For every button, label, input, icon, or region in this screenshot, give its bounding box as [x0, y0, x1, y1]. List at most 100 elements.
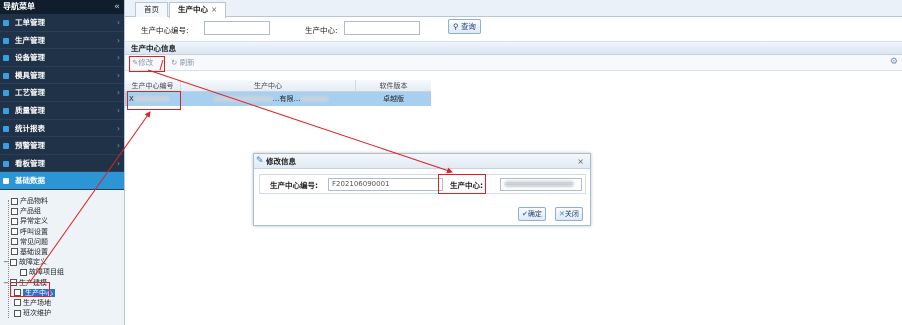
sidebar-item-dashboard[interactable]: 看板管理 ›: [0, 154, 124, 173]
confirm-label: 确定: [527, 210, 542, 218]
tree-label: 生产场地: [23, 298, 51, 307]
sidebar-item-label: 工单管理: [15, 18, 45, 27]
search-button[interactable]: ⚲ 查询: [448, 19, 481, 34]
sidebar-item-label: 设备管理: [15, 53, 45, 63]
column-header[interactable]: 软件版本: [356, 80, 431, 92]
tree-label: 常见问题: [20, 237, 48, 246]
tab-production-center[interactable]: 生产中心 ×: [169, 2, 227, 18]
code-label: 生产中心编号:: [141, 26, 189, 35]
edit-dialog: ✎ 修改信息 × 生产中心编号: F202106090001 生产中心: ✔确定…: [253, 153, 591, 226]
chevron-right-icon: ›: [117, 158, 120, 168]
close-icon[interactable]: ×: [577, 154, 584, 169]
list-icon: [3, 20, 9, 26]
refresh-icon: ↻: [171, 58, 178, 67]
tree-label: 故障定义: [19, 258, 47, 267]
name-field[interactable]: [500, 178, 582, 191]
double-chevron-left-icon[interactable]: «: [114, 0, 120, 14]
sidebar-item-label: 工艺管理: [15, 88, 45, 98]
sidebar-item-label: 看板管理: [15, 158, 45, 168]
tree-item-fault-group[interactable]: 故障项目组: [0, 267, 124, 277]
chevron-right-icon: ›: [117, 35, 120, 45]
tree-item-production-site[interactable]: 生产场地: [0, 298, 124, 308]
annotation-highlight-row: [127, 91, 181, 110]
cancel-button[interactable]: ✕关闭: [555, 207, 583, 221]
sidebar-item-basedata[interactable]: 基础数据: [0, 172, 124, 190]
collapse-icon[interactable]: −: [3, 278, 9, 288]
code-field[interactable]: F202106090001: [328, 178, 443, 191]
column-header[interactable]: 生产中心: [181, 80, 356, 92]
tree-item-call-settings[interactable]: 呼叫设置: [0, 227, 124, 237]
sidebar-item-label: 模具管理: [15, 70, 45, 80]
nav-header: 导航菜单 «: [0, 0, 124, 14]
sidebar-item-quality[interactable]: 质量管理 ›: [0, 101, 124, 120]
sidebar-item-reports[interactable]: 统计报表 ›: [0, 119, 124, 138]
tab-bar: 首页 生产中心 ×: [125, 0, 902, 18]
sidebar-item-label: 预警管理: [15, 141, 45, 151]
tree-label: 呼叫设置: [20, 227, 48, 236]
search-icon: ⚲: [453, 22, 459, 31]
name-search-input[interactable]: [344, 21, 420, 35]
chevron-right-icon: ›: [117, 123, 120, 133]
monitor-icon: [3, 160, 9, 167]
tree-label: 异常定义: [20, 217, 48, 226]
refresh-label: 刷新: [179, 58, 195, 67]
page-icon: [11, 197, 18, 205]
tree-label: 产品组: [20, 207, 41, 216]
name-label: 生产中心:: [305, 26, 338, 35]
page-icon: [11, 207, 18, 215]
tree-item-shift-maintenance[interactable]: 班次维护: [0, 308, 124, 318]
line-chart-icon: [3, 125, 9, 132]
code-search-input[interactable]: [204, 21, 270, 35]
tab-label: 生产中心: [178, 5, 208, 14]
nav-title: 导航菜单: [3, 2, 35, 11]
page-icon: [11, 217, 18, 225]
sidebar-item-label: 基础数据: [15, 176, 45, 186]
tab-label: 首页: [144, 5, 159, 14]
sidebar-item-label: 生产管理: [15, 35, 45, 45]
page-icon: [11, 248, 18, 256]
tree-item-fault-def[interactable]: − 故障定义: [0, 257, 124, 267]
annotation-highlight-field: [438, 174, 486, 194]
shield-icon: [3, 107, 9, 114]
search-bar: 生产中心编号: 生产中心: ⚲ 查询: [125, 17, 902, 42]
sidebar-item-workorder[interactable]: 工单管理 ›: [0, 14, 124, 32]
code-field-label: 生产中心编号:: [270, 181, 318, 190]
alarm-icon: [3, 143, 9, 150]
sidebar-item-alerts[interactable]: 预警管理 ›: [0, 137, 124, 155]
chevron-right-icon: ›: [117, 105, 120, 115]
tree-item-product-group[interactable]: 产品组: [0, 206, 124, 216]
cell-name: …有限…: [185, 92, 356, 106]
dialog-header: ✎ 修改信息 ×: [254, 154, 590, 169]
annotation-highlight-tree: [10, 282, 50, 297]
refresh-button[interactable]: ↻ 刷新: [171, 57, 195, 69]
sidebar-item-mold[interactable]: 模具管理 ›: [0, 66, 124, 85]
tree-item-base-settings[interactable]: 基础设置: [0, 247, 124, 257]
sidebar-item-equipment[interactable]: 设备管理 ›: [0, 49, 124, 67]
tree-label: 基础设置: [20, 247, 48, 256]
collapse-icon[interactable]: −: [3, 257, 9, 267]
tree-item-product-material[interactable]: 产品物料: [0, 196, 124, 206]
dialog-title: 修改信息: [266, 157, 296, 166]
sidebar-item-process[interactable]: 工艺管理 ›: [0, 84, 124, 102]
folder-icon: [10, 258, 17, 266]
tab-home[interactable]: 首页: [135, 2, 168, 17]
page-icon: [11, 238, 18, 246]
grid-toolbar: ✎修改 ↻ 刷新 ⚙: [125, 55, 902, 71]
panel-title: 生产中心信息: [125, 42, 902, 55]
close-icon[interactable]: ×: [211, 5, 217, 14]
confirm-button[interactable]: ✔确定: [518, 207, 546, 221]
sidebar: 导航菜单 « 工单管理 › 生产管理 › 设备管理 › 模具管理 › 工艺管理 › 质量管…: [0, 0, 124, 325]
chevron-right-icon: ›: [117, 18, 120, 27]
search-button-label: 查询: [460, 22, 476, 31]
bar-chart-icon: [3, 55, 9, 62]
tree-item-faq[interactable]: 常见问题: [0, 237, 124, 247]
grid-icon: [3, 72, 9, 79]
tree-item-exception-def[interactable]: 异常定义: [0, 216, 124, 226]
gear-icon[interactable]: ⚙: [890, 57, 898, 67]
sidebar-item-production[interactable]: 生产管理 ›: [0, 31, 124, 50]
chevron-right-icon: ›: [117, 70, 120, 80]
gear-icon: [3, 37, 9, 44]
page-icon: [20, 268, 27, 276]
redacted-block: [504, 181, 574, 187]
tree-label: 班次维护: [23, 309, 51, 318]
